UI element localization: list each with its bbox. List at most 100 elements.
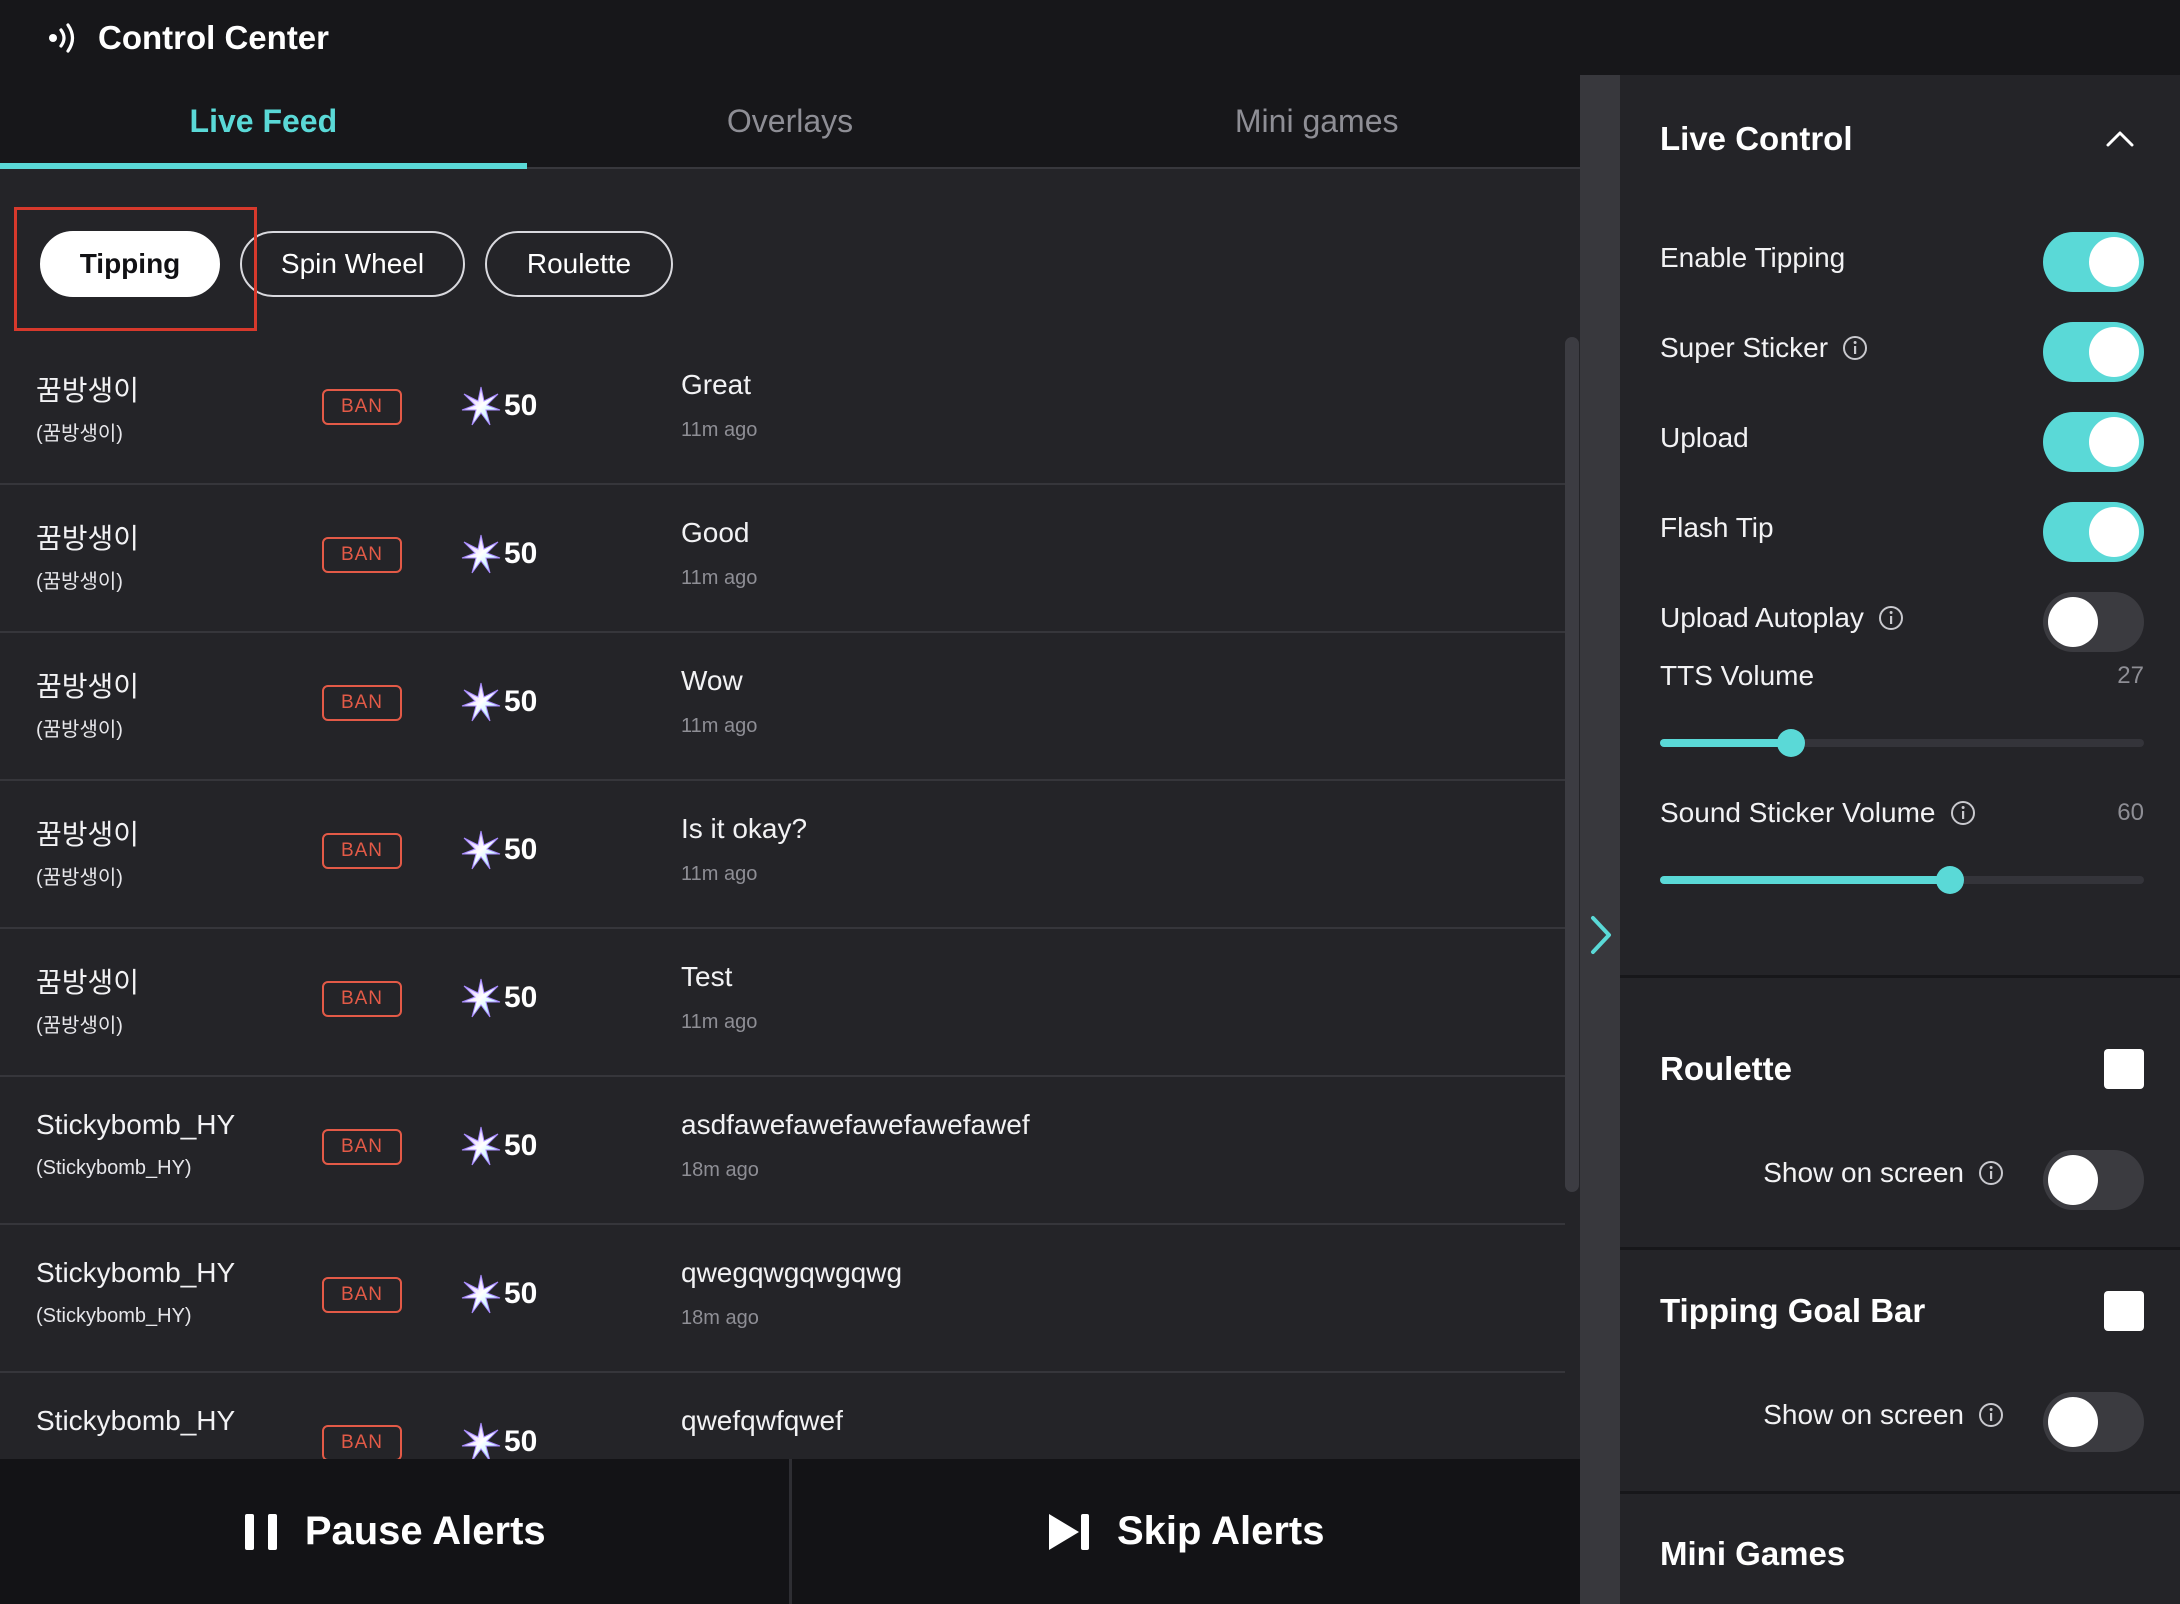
- skip-alerts-label: Skip Alerts: [1117, 1509, 1325, 1553]
- tipping-goal-show-toggle[interactable]: [2043, 1392, 2144, 1452]
- ban-button[interactable]: BAN: [322, 1277, 402, 1313]
- chip-spin-wheel[interactable]: Spin Wheel: [240, 231, 465, 297]
- user-name: 꿈방생이: [36, 967, 140, 998]
- roulette-title: Roulette: [1660, 1050, 1792, 1087]
- sparkle-star-icon: [461, 682, 501, 722]
- feed-row: Stickybomb_HY BAN 50 qwefqwfqwef: [0, 1373, 1565, 1459]
- tip-amount-value: 50: [504, 1277, 538, 1310]
- toggle-switch[interactable]: [2043, 232, 2144, 292]
- tipping-goal-bar-checkbox[interactable]: [2104, 1291, 2144, 1331]
- slider-fill: [1660, 876, 1951, 884]
- toggle-switch[interactable]: [2043, 592, 2144, 652]
- panel-collapse-strip[interactable]: [1580, 75, 1620, 1604]
- info-icon[interactable]: [1950, 800, 1976, 826]
- tab-overlays[interactable]: Overlays: [527, 75, 1054, 167]
- feed-list: 꿈방생이 (꿈방생이) BAN 50 Great 11m ago 꿈방생이 (꿈방생이) BAN…: [0, 337, 1565, 1459]
- sparkle-star-icon: [461, 1126, 501, 1166]
- tip-message: Test: [681, 961, 733, 992]
- mini-games-title: Mini Games: [1660, 1535, 1846, 1572]
- toggle-label-text: Enable Tipping: [1660, 242, 1846, 273]
- toggle-switch[interactable]: [2043, 412, 2144, 472]
- info-icon[interactable]: [1842, 335, 1868, 361]
- roulette-show-toggle[interactable]: [2043, 1150, 2144, 1210]
- toggle-label-text: Upload Autoplay: [1660, 602, 1864, 633]
- divider: [1620, 1491, 2180, 1494]
- toggle-label: Upload Autoplay: [1660, 602, 1904, 634]
- user-id: (꿈방생이): [36, 571, 123, 593]
- feed-row: 꿈방생이 (꿈방생이) BAN 50 Great 11m ago: [0, 337, 1565, 485]
- toggle-label: Super Sticker: [1660, 332, 1868, 364]
- toggle-label-text: Flash Tip: [1660, 512, 1774, 543]
- tab-live-feed[interactable]: Live Feed: [0, 75, 527, 169]
- sparkle-star-icon: [461, 830, 501, 870]
- info-icon[interactable]: [1878, 605, 1904, 631]
- tip-amount: 50: [460, 1271, 537, 1317]
- pause-alerts-button[interactable]: Pause Alerts: [0, 1459, 789, 1604]
- info-icon[interactable]: [1978, 1402, 2004, 1428]
- title-bar: Control Center: [0, 0, 2180, 75]
- sparkle-star-icon: [461, 978, 501, 1018]
- tip-timestamp: 18m ago: [681, 1307, 759, 1329]
- tip-amount-value: 50: [504, 981, 538, 1014]
- chip-roulette[interactable]: Roulette: [485, 231, 673, 297]
- toggle-switch[interactable]: [2043, 322, 2144, 382]
- chevron-up-icon[interactable]: [2104, 127, 2136, 151]
- tip-amount: 50: [460, 531, 537, 577]
- pause-alerts-label: Pause Alerts: [304, 1509, 546, 1553]
- ban-button[interactable]: BAN: [322, 537, 402, 573]
- alerts-bar: Pause Alerts Skip Alerts: [0, 1459, 1580, 1604]
- volume-slider[interactable]: [1660, 866, 2144, 894]
- toggle-switch[interactable]: [2043, 502, 2144, 562]
- info-icon[interactable]: [1978, 1160, 2004, 1186]
- ban-button[interactable]: BAN: [322, 389, 402, 425]
- ban-button[interactable]: BAN: [322, 1129, 402, 1165]
- sparkle-star-icon: [461, 534, 501, 574]
- tip-amount-value: 50: [504, 389, 538, 422]
- ban-button[interactable]: BAN: [322, 685, 402, 721]
- toggle-label: Enable Tipping: [1660, 242, 1845, 274]
- roulette-show-label: Show on screen: [1763, 1157, 1964, 1188]
- user-name: 꿈방생이: [36, 523, 140, 554]
- tab-mini-games[interactable]: Mini games: [1053, 75, 1580, 167]
- user-name: 꿈방생이: [36, 819, 140, 850]
- feed-scrollbar[interactable]: [1565, 337, 1579, 1192]
- feed-row: Stickybomb_HY (Stickybomb_HY) BAN 50 asdfawe…: [0, 1077, 1565, 1225]
- tip-timestamp: 11m ago: [681, 715, 758, 737]
- slider-label-text: Sound Sticker Volume: [1660, 797, 1936, 828]
- tab-bar: Live Feed Overlays Mini games: [0, 75, 1580, 169]
- user-id: (Stickybomb_HY): [36, 1157, 192, 1179]
- tip-amount: 50: [460, 1419, 537, 1459]
- tip-amount: 50: [460, 827, 537, 873]
- tip-message: Great: [681, 369, 752, 400]
- roulette-checkbox[interactable]: [2104, 1049, 2144, 1089]
- divider: [1620, 1247, 2180, 1250]
- tip-amount-value: 50: [504, 685, 538, 718]
- user-name: Stickybomb_HY: [36, 1109, 236, 1140]
- tip-timestamp: 11m ago: [681, 567, 758, 589]
- slider-thumb[interactable]: [1936, 866, 1965, 894]
- broadcast-icon: [49, 22, 75, 53]
- tip-message: qwegqwgqwgqwg: [681, 1257, 903, 1288]
- slider-thumb[interactable]: [1776, 729, 1805, 757]
- toggle-label: Flash Tip: [1660, 512, 1774, 544]
- ban-button[interactable]: BAN: [322, 1425, 402, 1459]
- tip-message: Is it okay?: [681, 813, 808, 844]
- ban-button[interactable]: BAN: [322, 833, 402, 869]
- slider-label: TTS Volume: [1660, 660, 1814, 692]
- user-id: (꿈방생이): [36, 719, 123, 741]
- volume-slider[interactable]: [1660, 729, 2144, 757]
- live-control-panel: Live Control Enable Tipping Super Sticker…: [1620, 75, 2180, 1604]
- feed-row: 꿈방생이 (꿈방생이) BAN 50 Test 11m ago: [0, 929, 1565, 1077]
- feed-row: 꿈방생이 (꿈방생이) BAN 50 Good 11m ago: [0, 485, 1565, 633]
- user-name: 꿈방생이: [36, 375, 140, 406]
- chevron-right-icon: [1591, 915, 1611, 954]
- user-name: 꿈방생이: [36, 671, 140, 702]
- chip-tipping[interactable]: Tipping: [40, 231, 220, 297]
- slider-value: 60: [2117, 799, 2144, 826]
- tip-amount: 50: [460, 383, 537, 429]
- tip-message: qwefqwfqwef: [681, 1405, 843, 1436]
- ban-button[interactable]: BAN: [322, 981, 402, 1017]
- tipping-goal-bar-title: Tipping Goal Bar: [1660, 1292, 1926, 1329]
- user-id: (꿈방생이): [36, 1015, 123, 1037]
- skip-alerts-button[interactable]: Skip Alerts: [788, 1459, 1581, 1604]
